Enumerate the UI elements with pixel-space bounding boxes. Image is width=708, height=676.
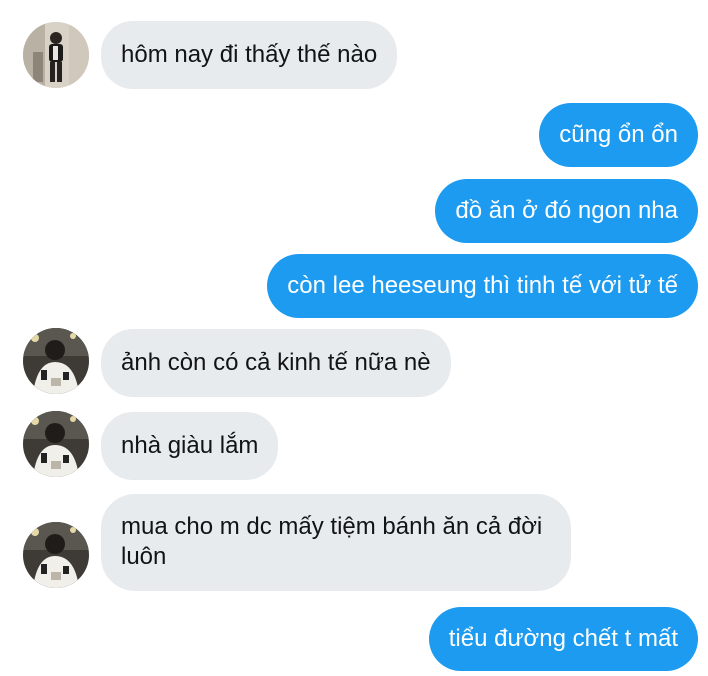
message-bubble-outgoing[interactable]: đồ ăn ở đó ngon nha (435, 179, 698, 243)
message-bubble-incoming[interactable]: ảnh còn có cả kinh tế nữa nè (101, 329, 451, 397)
avatar[interactable] (23, 22, 89, 88)
avatar[interactable] (23, 411, 89, 477)
avatar[interactable] (23, 328, 89, 394)
message-bubble-incoming[interactable]: nhà giàu lắm (101, 412, 279, 480)
avatar[interactable] (23, 522, 89, 588)
message-bubble-outgoing[interactable]: cũng ổn ổn (539, 103, 698, 167)
message-bubble-incoming[interactable]: hôm nay đi thấy thế nào (101, 21, 398, 89)
message-bubble-outgoing[interactable]: tiểu đường chết t mất (428, 607, 698, 671)
message-bubble-outgoing[interactable]: còn lee heeseung thì tinh tế với tử tế (267, 254, 698, 318)
profile-photo-standing-icon (23, 22, 89, 88)
profile-photo-jacket-icon (23, 328, 89, 394)
profile-photo-jacket-icon (23, 522, 89, 588)
profile-photo-jacket-icon (23, 411, 89, 477)
message-bubble-incoming[interactable]: mua cho m dc mấy tiệm bánh ăn cả đời luô… (101, 494, 571, 591)
